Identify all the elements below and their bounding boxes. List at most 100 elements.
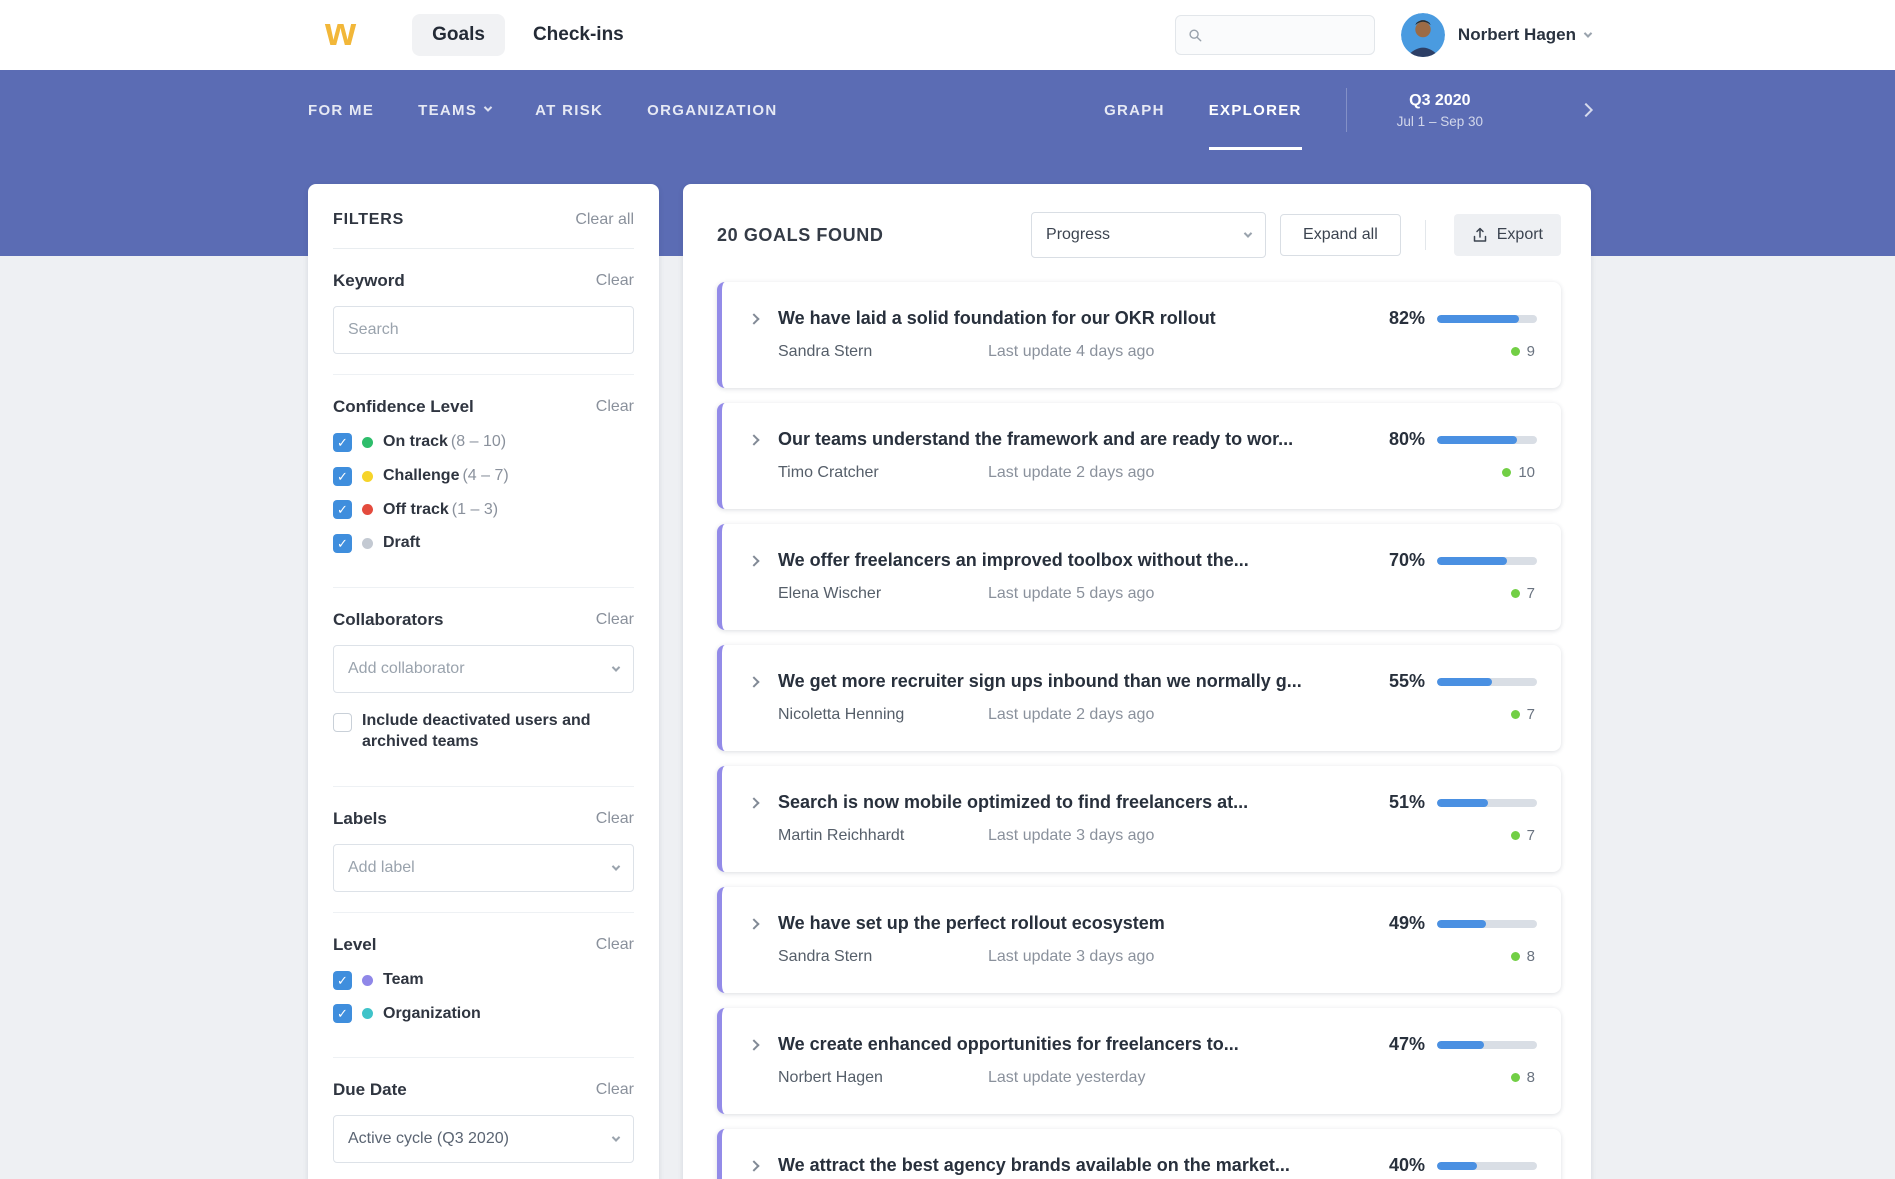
goal-row[interactable]: Search is now mobile optimized to find f…: [717, 766, 1561, 872]
chevron-down-icon: [612, 862, 620, 870]
confidence-score: 7: [1307, 827, 1537, 844]
goal-progress-block: 80% 10: [1307, 429, 1537, 481]
filter-section-collaborators: Collaborators Clear Add collaborator Inc…: [333, 588, 634, 787]
progress-bar-fill: [1437, 315, 1519, 323]
filter-level-team[interactable]: Team: [333, 970, 634, 991]
header-left: w Goals Check-ins: [325, 12, 644, 58]
checkbox-unchecked-icon: [333, 713, 352, 732]
goal-row[interactable]: We have laid a solid foundation for our …: [717, 282, 1561, 388]
user-menu[interactable]: Norbert Hagen: [1458, 25, 1591, 45]
tab-goals[interactable]: Goals: [412, 14, 505, 56]
confidence-dot-icon: [1511, 952, 1520, 961]
export-button[interactable]: Export: [1454, 214, 1561, 256]
keyword-input[interactable]: [333, 306, 634, 354]
user-name: Norbert Hagen: [1458, 25, 1576, 45]
include-deactivated-checkbox[interactable]: Include deactivated users and archived t…: [333, 711, 634, 753]
nav-item-graph[interactable]: GRAPH: [1104, 70, 1165, 150]
on-track-dot-icon: [362, 437, 373, 448]
header-right: Norbert Hagen: [1175, 13, 1591, 57]
avatar-image: [1401, 13, 1445, 57]
filter-on-track[interactable]: On track(8 – 10): [333, 432, 634, 453]
goal-title: We get more recruiter sign ups inbound t…: [778, 671, 1307, 693]
nav-item-explorer[interactable]: EXPLORER: [1209, 70, 1302, 150]
goal-title: We attract the best agency brands availa…: [778, 1155, 1307, 1177]
global-search[interactable]: [1175, 15, 1375, 55]
tab-checkins[interactable]: Check-ins: [513, 14, 644, 56]
goal-updated: Last update yesterday: [988, 1069, 1145, 1087]
goal-row[interactable]: We offer freelancers an improved toolbox…: [717, 524, 1561, 630]
filter-off-track[interactable]: Off track(1 – 3): [333, 500, 634, 521]
cycle-picker[interactable]: Q3 2020 Jul 1 – Sep 30: [1391, 70, 1489, 150]
goal-row[interactable]: We create enhanced opportunities for fre…: [717, 1008, 1561, 1114]
goal-progress-block: 40%: [1307, 1155, 1537, 1179]
nav-left-group: FOR ME TEAMS AT RISK ORGANIZATION: [308, 70, 777, 150]
search-icon: [1188, 27, 1203, 44]
confidence-value: 10: [1518, 464, 1535, 481]
top-header: w Goals Check-ins Norbert Hagen: [0, 0, 1895, 70]
goal-progress-block: 47% 8: [1307, 1034, 1537, 1086]
workpath-logo[interactable]: w: [325, 12, 354, 58]
labels-clear-button[interactable]: Clear: [596, 810, 634, 828]
expand-chevron-icon[interactable]: [748, 434, 759, 445]
checkbox-checked-icon: [333, 534, 352, 553]
filter-level-organization[interactable]: Organization: [333, 1004, 634, 1025]
goal-progress-percent: 40%: [1377, 1155, 1425, 1176]
sort-select[interactable]: Progress: [1031, 212, 1266, 258]
goal-row[interactable]: We get more recruiter sign ups inbound t…: [717, 645, 1561, 751]
nav-item-for-me[interactable]: FOR ME: [308, 70, 374, 150]
confidence-value: 9: [1527, 343, 1535, 360]
goal-updated: Last update 4 days ago: [988, 343, 1154, 361]
nav-item-teams[interactable]: TEAMS: [418, 70, 491, 150]
expand-chevron-icon[interactable]: [748, 918, 759, 929]
expand-chevron-icon[interactable]: [748, 555, 759, 566]
expand-chevron-icon[interactable]: [748, 1039, 759, 1050]
confidence-score: 9: [1307, 343, 1537, 360]
cycle-title: Q3 2020: [1409, 92, 1470, 110]
clear-all-button[interactable]: Clear all: [575, 211, 634, 229]
due-date-select[interactable]: Active cycle (Q3 2020): [333, 1115, 634, 1163]
checkbox-checked-icon: [333, 1004, 352, 1023]
confidence-value: 8: [1527, 1069, 1535, 1086]
goal-list: We have laid a solid foundation for our …: [717, 282, 1561, 1179]
expand-all-button[interactable]: Expand all: [1280, 214, 1401, 256]
filter-section-level: Level Clear Team Organization: [333, 913, 634, 1059]
avatar[interactable]: [1401, 13, 1445, 57]
filter-challenge[interactable]: Challenge(4 – 7): [333, 466, 634, 487]
results-header: 20 GOALS FOUND Progress Expand all Expor…: [717, 184, 1561, 282]
level-clear-button[interactable]: Clear: [596, 936, 634, 954]
goal-main: Search is now mobile optimized to find f…: [778, 792, 1307, 845]
goal-row[interactable]: Our teams understand the framework and a…: [717, 403, 1561, 509]
progress-bar: [1437, 315, 1537, 323]
next-cycle-button[interactable]: [1581, 70, 1591, 150]
goal-row[interactable]: We have set up the perfect rollout ecosy…: [717, 887, 1561, 993]
expand-chevron-icon[interactable]: [748, 676, 759, 687]
goal-progress-percent: 82%: [1377, 308, 1425, 329]
progress-bar-fill: [1437, 436, 1517, 444]
confidence-score: 7: [1307, 585, 1537, 602]
confidence-value: 7: [1527, 706, 1535, 723]
expand-chevron-icon[interactable]: [748, 797, 759, 808]
goal-owner: Martin Reichhardt: [778, 827, 988, 845]
nav-item-organization[interactable]: ORGANIZATION: [647, 70, 777, 150]
team-dot-icon: [362, 975, 373, 986]
cycle-range: Jul 1 – Sep 30: [1397, 114, 1483, 129]
chevron-down-icon: [612, 664, 620, 672]
collaborators-clear-button[interactable]: Clear: [596, 611, 634, 629]
search-input[interactable]: [1211, 26, 1362, 44]
level-label: Level: [333, 935, 376, 955]
nav-item-at-risk[interactable]: AT RISK: [535, 70, 603, 150]
label-select[interactable]: Add label: [333, 844, 634, 892]
collaborator-select[interactable]: Add collaborator: [333, 645, 634, 693]
filter-draft[interactable]: Draft: [333, 533, 634, 554]
chevron-down-icon: [484, 103, 492, 111]
expand-chevron-icon[interactable]: [748, 1160, 759, 1171]
results-toolbar: Progress Expand all Export: [1031, 212, 1561, 258]
keyword-clear-button[interactable]: Clear: [596, 272, 634, 290]
confidence-clear-button[interactable]: Clear: [596, 398, 634, 416]
progress-bar-fill: [1437, 920, 1486, 928]
due-date-clear-button[interactable]: Clear: [596, 1081, 634, 1099]
goal-row[interactable]: We attract the best agency brands availa…: [717, 1129, 1561, 1179]
confidence-score: 10: [1307, 464, 1537, 481]
expand-chevron-icon[interactable]: [748, 313, 759, 324]
confidence-dot-icon: [1511, 347, 1520, 356]
